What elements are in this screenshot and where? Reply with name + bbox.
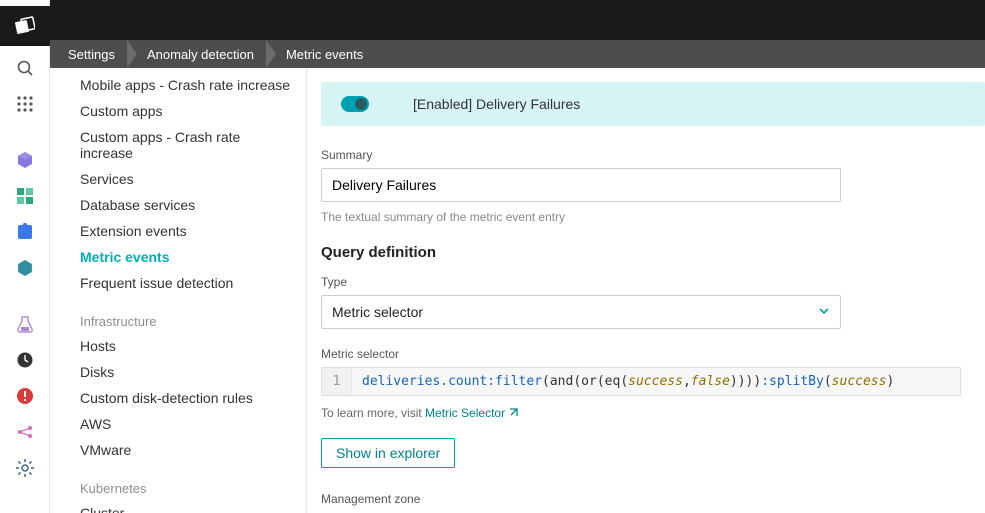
dashboard-icon[interactable] (13, 184, 37, 208)
show-in-explorer-button[interactable]: Show in explorer (321, 438, 455, 468)
search-icon[interactable] (13, 56, 37, 80)
apps-grid-icon[interactable] (13, 92, 37, 116)
code-line-number: 1 (322, 368, 352, 395)
sidenav-item[interactable]: Frequent issue detection (50, 270, 306, 296)
summary-helper: The textual summary of the metric event … (321, 210, 971, 224)
sidenav-item[interactable]: Services (50, 166, 306, 192)
alert-icon[interactable] (13, 384, 37, 408)
gear-icon[interactable] (13, 456, 37, 480)
query-definition-title: Query definition (321, 244, 971, 261)
breadcrumb-item[interactable]: Anomaly detection (139, 40, 268, 68)
type-label: Type (321, 275, 971, 289)
topbar (50, 0, 985, 40)
sidenav-item[interactable]: Custom apps - Crash rate increase (50, 124, 306, 166)
sidenav-item[interactable]: VMware (50, 437, 306, 463)
sidenav-group-label: Infrastructure (50, 296, 306, 333)
sidenav-item[interactable]: AWS (50, 411, 306, 437)
management-zone-label: Management zone (321, 492, 971, 506)
cube-icon[interactable] (13, 148, 37, 172)
enabled-toggle[interactable] (341, 96, 369, 112)
graph-icon[interactable] (13, 420, 37, 444)
puzzle-icon[interactable] (13, 220, 37, 244)
metric-selector-label: Metric selector (321, 347, 971, 361)
chevron-down-icon (818, 304, 830, 320)
sidenav-item[interactable]: Hosts (50, 333, 306, 359)
sidenav-item[interactable]: Cluster (50, 500, 306, 513)
hex-icon[interactable] (13, 256, 37, 280)
sidenav-item[interactable]: Disks (50, 359, 306, 385)
enabled-banner: [Enabled] Delivery Failures (321, 82, 985, 126)
sidenav-item[interactable]: Extension events (50, 218, 306, 244)
beaker-icon[interactable] (13, 312, 37, 336)
learn-more-text: To learn more, visit Metric Selector (321, 406, 971, 420)
sidenav-item[interactable]: Database services (50, 192, 306, 218)
type-select[interactable]: Metric selector (321, 295, 841, 329)
metric-selector-link[interactable]: Metric Selector (425, 406, 518, 420)
settings-sidenav: Mobile apps - Crash rate increase Custom… (50, 68, 307, 513)
clock-icon[interactable] (13, 348, 37, 372)
sidenav-item[interactable]: Custom apps (50, 98, 306, 124)
sidenav-group-label: Kubernetes (50, 463, 306, 500)
sidenav-item[interactable]: Custom disk-detection rules (50, 385, 306, 411)
content-pane: [Enabled] Delivery Failures Summary The … (307, 68, 985, 513)
breadcrumb-item[interactable]: Settings (60, 40, 129, 68)
summary-label: Summary (321, 148, 971, 162)
icon-rail (0, 0, 50, 513)
logo-icon[interactable] (0, 6, 50, 46)
enabled-banner-text: [Enabled] Delivery Failures (413, 96, 580, 112)
sidenav-item[interactable]: Mobile apps - Crash rate increase (50, 72, 306, 98)
code-content[interactable]: deliveries.count:filter(and(or(eq(succes… (352, 368, 960, 395)
metric-selector-editor[interactable]: 1 deliveries.count:filter(and(or(eq(succ… (321, 367, 961, 396)
sidenav-item-metric-events[interactable]: Metric events (50, 244, 306, 270)
type-select-value: Metric selector (332, 304, 423, 320)
breadcrumb-item[interactable]: Metric events (278, 40, 377, 68)
breadcrumb: Settings Anomaly detection Metric events (50, 40, 985, 68)
summary-input[interactable] (321, 168, 841, 202)
